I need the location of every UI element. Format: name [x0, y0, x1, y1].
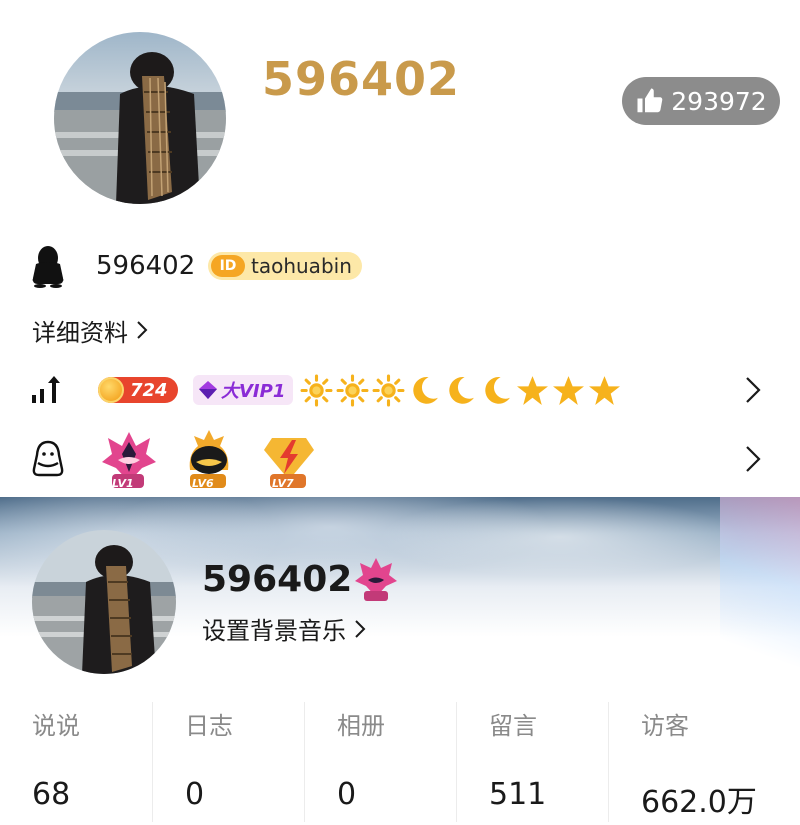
coin-value: 724: [130, 379, 168, 401]
star-icon: [589, 375, 620, 405]
penguin-badge-icon: LV6: [178, 428, 240, 490]
star-icon: [517, 375, 548, 405]
thumbs-up-icon: [637, 88, 663, 113]
chevron-right-icon: [137, 321, 148, 339]
qq-number: 596402: [96, 251, 196, 281]
stat-label: 访客: [641, 712, 689, 740]
level-icons: [300, 374, 621, 407]
stat-visitors[interactable]: 访客 662.0万: [608, 702, 760, 822]
vip-label: 大VIP1: [221, 381, 286, 402]
like-count: 293972: [671, 86, 767, 116]
stat-label: 说说: [32, 712, 80, 740]
level-row[interactable]: 724 大VIP1: [0, 366, 800, 414]
coin-icon: [98, 377, 124, 403]
cover-light-effect: [720, 497, 800, 697]
moon-icon: [413, 376, 438, 404]
chevron-right-icon[interactable]: [744, 375, 762, 405]
bg-music-link[interactable]: 设置背景音乐: [202, 611, 366, 646]
badge-list: LV1 LV6 LV7: [98, 428, 320, 490]
bg-music-label: 设置背景音乐: [202, 617, 346, 645]
stat-value: 0: [337, 777, 357, 812]
stat-label: 日志: [185, 712, 233, 740]
chevron-right-icon[interactable]: [744, 444, 762, 474]
qzone-id-chip[interactable]: ID taohuabin: [208, 252, 362, 280]
chevron-right-icon: [355, 619, 366, 638]
stat-album[interactable]: 相册 0: [304, 702, 456, 822]
detail-link[interactable]: 详细资料: [32, 313, 148, 348]
stat-messages[interactable]: 留言 511: [456, 702, 608, 822]
stat-value: 68: [32, 777, 71, 812]
qzone-header: 596402 设置背景音乐 说说 68 日志 0 相册 0 留言 511 访客 …: [0, 497, 800, 825]
qq-row: 596402 ID taohuabin: [0, 243, 800, 289]
stat-label: 相册: [337, 712, 385, 740]
stat-value: 662.0万: [641, 785, 757, 820]
badge-outline-icon: [32, 440, 64, 477]
level-up-icon: [32, 376, 60, 403]
penguin-icon: [32, 246, 64, 288]
star-icon: [553, 375, 584, 405]
badges-row[interactable]: LV1 LV6 LV7: [0, 428, 800, 490]
qzone-id: taohuabin: [251, 254, 352, 278]
badge-level: LV1: [112, 477, 134, 490]
stats-bar: 说说 68 日志 0 相册 0 留言 511 访客 662.0万: [0, 702, 800, 822]
stat-value: 0: [185, 777, 205, 812]
avatar[interactable]: [32, 530, 176, 674]
stat-label: 留言: [489, 712, 537, 740]
coin-badge: 724: [98, 377, 178, 403]
profile-card: 596402 293972 596402 ID taohuabin 详细资料 7…: [0, 0, 800, 497]
sun-icon: [300, 374, 333, 406]
moon-icon: [485, 376, 510, 404]
lightning-badge-icon: LV7: [258, 428, 320, 490]
like-button[interactable]: 293972: [622, 77, 780, 125]
vip-badge: 大VIP1: [193, 375, 294, 405]
stat-blog[interactable]: 日志 0: [152, 702, 304, 822]
id-icon: ID: [211, 255, 245, 277]
nickname-title: 596402: [262, 52, 461, 106]
detail-label: 详细资料: [32, 318, 128, 347]
detail-row: 详细资料: [0, 308, 800, 352]
stat-shuoshuo[interactable]: 说说 68: [0, 702, 152, 822]
badge-level: LV6: [192, 477, 214, 490]
avatar[interactable]: [54, 32, 226, 204]
badge-level: LV7: [272, 477, 294, 490]
stat-value: 511: [489, 777, 547, 812]
flame-badge-icon: [355, 558, 397, 601]
moon-icon: [449, 376, 474, 404]
flame-badge-icon: LV1: [98, 428, 160, 490]
banner-nickname: 596402: [202, 559, 353, 600]
sun-icon: [336, 374, 369, 406]
sun-icon: [372, 374, 405, 406]
vip-diamond-icon: [199, 381, 217, 399]
